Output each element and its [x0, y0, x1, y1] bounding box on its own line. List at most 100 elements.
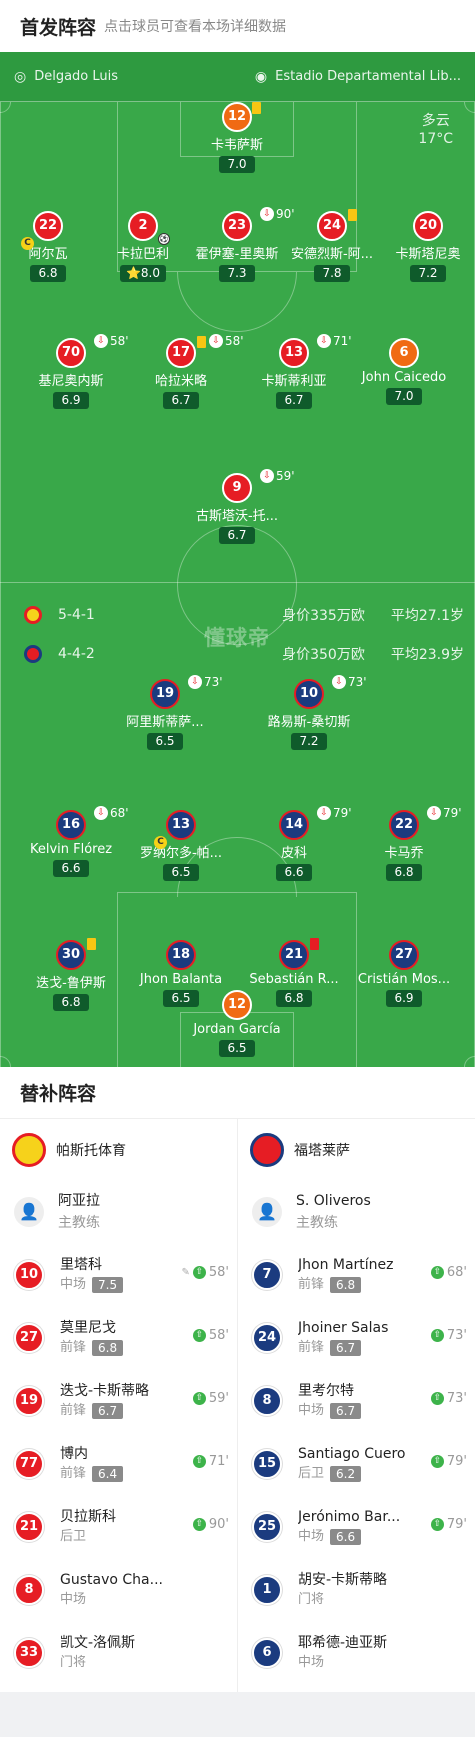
sub-player-row[interactable]: 33 凯文-洛佩斯 门将	[0, 1621, 237, 1684]
player-name: John Caicedo	[361, 370, 447, 385]
sub-out-icon: ⇩	[94, 334, 108, 348]
sub-player-row[interactable]: 21 贝拉斯科 后卫 ⇧ 90'	[0, 1495, 237, 1558]
coach-avatar-icon: 👤	[14, 1197, 44, 1227]
player-rating: 6.7	[330, 1339, 362, 1356]
player-away[interactable]: 14 ⇩ 79' 皮科 6.6	[239, 806, 352, 881]
sub-in-time: ⇧ 59'	[192, 1391, 229, 1406]
sub-in-icon: ⇧	[192, 1518, 206, 1531]
player-name: Jerónimo Bar...	[298, 1508, 401, 1525]
sub-out-icon: ⇩	[317, 806, 331, 820]
subs-title: 替补阵容	[0, 1067, 475, 1119]
player-home[interactable]: 9 ⇩ 59' 古斯塔沃-托... 6.7	[182, 469, 295, 544]
away-subs-column: 福塔莱萨 👤 S. Oliveros 主教练 7 Jhon Martínez 前锋 6.…	[237, 1119, 475, 1692]
player-number: 22	[389, 810, 419, 840]
player-home[interactable]: 24 安德烈斯-阿... 7.8	[277, 209, 387, 282]
sub-player-row[interactable]: 1 胡安-卡斯蒂略 门将	[238, 1558, 475, 1621]
player-home-gk[interactable]: 12 卡韦萨斯 7.0	[182, 102, 292, 173]
captain-icon: C	[21, 237, 34, 250]
player-name: Jhon Balanta	[139, 972, 223, 987]
sub-player-row[interactable]: 6 耶希德-迪亚斯 中场	[238, 1621, 475, 1684]
sub-player-row[interactable]: 25 Jerónimo Bar... 中场 6.6 ⇧ 79'	[238, 1495, 475, 1558]
away-formation: 4-4-2	[58, 646, 95, 662]
weather-temp: 17°C	[418, 131, 453, 147]
player-name: 卡韦萨斯	[210, 138, 263, 153]
away-value: 身价350万欧	[282, 647, 365, 663]
away-team-header[interactable]: 福塔莱萨	[238, 1119, 475, 1181]
player-name: 贝拉斯科	[60, 1508, 116, 1525]
sub-player-row[interactable]: 27 莫里尼戈 前锋 6.8 ⇧ 58'	[0, 1306, 237, 1369]
away-team-row: 4-4-2 身价350万欧 平均23.9岁	[24, 644, 464, 664]
player-rating: 6.9	[386, 990, 422, 1007]
player-position: 中场	[298, 1402, 325, 1418]
whistle-icon: ◎	[14, 68, 27, 85]
coach-name: S. Oliveros	[296, 1193, 371, 1209]
sub-event: ⇩ 68'	[94, 806, 129, 820]
home-subs-column: 帕斯托体育 👤 阿亚拉 主教练 10 里塔科 中场 7.5 ✎ ⇧ 58' 27 莫里尼戈 前锋 6.…	[0, 1119, 237, 1692]
substitutes-section: 替补阵容 帕斯托体育 👤 阿亚拉 主教练 10 里塔科 中场 7.5 ✎ ⇧ 58' 27 莫里尼…	[0, 1067, 475, 1692]
sub-out-icon: ⇩	[188, 675, 202, 689]
player-name: 古斯塔沃-托...	[195, 509, 279, 524]
captain-icon: C	[154, 836, 167, 849]
player-home[interactable]: 70 ⇩ 58' 基尼奥内斯 6.9	[16, 334, 129, 409]
player-away[interactable]: 10 ⇩ 73' 路易斯-桑切斯 7.2	[254, 675, 367, 750]
sub-player-row[interactable]: 7 Jhon Martínez 前锋 6.8 ⇧ 68'	[238, 1243, 475, 1306]
player-rating: 6.8	[386, 864, 422, 881]
player-away-gk[interactable]: 12 Jordan García 6.5	[182, 990, 292, 1057]
away-coach[interactable]: 👤 S. Oliveros 主教练	[238, 1181, 475, 1243]
sub-in-icon: ⇧	[192, 1392, 206, 1405]
player-home[interactable]: 20 卡斯塔尼奥 7.2	[373, 211, 475, 282]
player-number: 2	[128, 211, 158, 241]
player-number: 30	[56, 940, 86, 970]
player-rating: 7.5	[92, 1276, 124, 1293]
player-number: 24	[252, 1322, 282, 1353]
player-home[interactable]: 23 ⇩ 90' 霍伊塞-里奥斯 7.3	[182, 207, 295, 282]
sub-player-row[interactable]: 24 Jhoiner Salas 前锋 6.7 ⇧ 73'	[238, 1306, 475, 1369]
sub-in-time: ⇧ 68'	[430, 1265, 467, 1280]
sub-in-time: ⇧ 79'	[430, 1517, 467, 1532]
home-team-name: 帕斯托体育	[56, 1143, 126, 1159]
sub-player-row[interactable]: 19 迭戈-卡斯蒂略 前锋 6.7 ⇧ 59'	[0, 1369, 237, 1432]
coach-role: 主教练	[296, 1215, 338, 1231]
player-position: 后卫	[60, 1528, 87, 1544]
player-rating: 6.7	[330, 1402, 362, 1419]
player-home[interactable]: 17 ⇩ 58' 哈拉米略 6.7	[126, 334, 244, 409]
player-number: 21	[14, 1511, 44, 1542]
player-name: 里考尔特	[298, 1382, 354, 1399]
sub-player-row[interactable]: 15 Santiago Cuero 后卫 6.2 ⇧ 79'	[238, 1432, 475, 1495]
player-rating: 6.7	[219, 527, 255, 544]
player-name: Jordan García	[193, 1022, 281, 1037]
player-number: 22	[33, 211, 63, 241]
sub-out-icon: ⇩	[209, 334, 223, 348]
goal-ball-icon: ⚽	[158, 233, 170, 245]
sub-player-row[interactable]: 8 里考尔特 中场 6.7 ⇧ 73'	[238, 1369, 475, 1432]
weather-condition: 多云	[421, 113, 450, 129]
player-home[interactable]: 13 ⇩ 71' 卡斯蒂利亚 6.7	[239, 334, 352, 409]
player-away[interactable]: 30 迭戈-鲁伊斯 6.8	[16, 938, 126, 1011]
sub-out-icon: ⇩	[317, 334, 331, 348]
sub-player-row[interactable]: 10 里塔科 中场 7.5 ✎ ⇧ 58'	[0, 1243, 237, 1306]
home-coach[interactable]: 👤 阿亚拉 主教练	[0, 1181, 237, 1243]
player-away[interactable]: 19 ⇩ 73' 阿里斯蒂萨... 6.5	[110, 675, 223, 750]
player-away[interactable]: 13 C 罗纳尔多-帕... 6.5	[126, 810, 236, 881]
sub-player-row[interactable]: 8 Gustavo Cha... 中场	[0, 1558, 237, 1621]
sub-out-icon: ⇩	[260, 469, 274, 483]
sub-in-icon: ⇧	[192, 1455, 206, 1468]
home-team-header[interactable]: 帕斯托体育	[0, 1119, 237, 1181]
player-number: 12	[222, 990, 252, 1020]
away-team-logo-icon	[24, 645, 42, 663]
player-number: 7	[252, 1259, 282, 1290]
sub-player-row[interactable]: 77 博内 前锋 6.4 ⇧ 71'	[0, 1432, 237, 1495]
player-away[interactable]: 22 ⇩ 79' 卡马乔 6.8	[349, 806, 462, 881]
player-position: 门将	[298, 1591, 325, 1607]
player-number: 23	[222, 211, 252, 241]
player-home[interactable]: 6 John Caicedo 7.0	[349, 338, 459, 405]
player-position: 中场	[60, 1276, 87, 1292]
player-away[interactable]: 27 Cristián Mos... 6.9	[349, 940, 459, 1007]
player-rating: 6.7	[276, 392, 312, 409]
sub-in-icon: ⇧	[430, 1266, 444, 1279]
player-away[interactable]: 16 ⇩ 68' Kelvin Flórez 6.6	[16, 806, 129, 877]
player-rating: 6.7	[163, 392, 199, 409]
player-number: 21	[279, 940, 309, 970]
player-number: 10	[294, 679, 324, 709]
yellow-card-icon	[252, 102, 261, 114]
